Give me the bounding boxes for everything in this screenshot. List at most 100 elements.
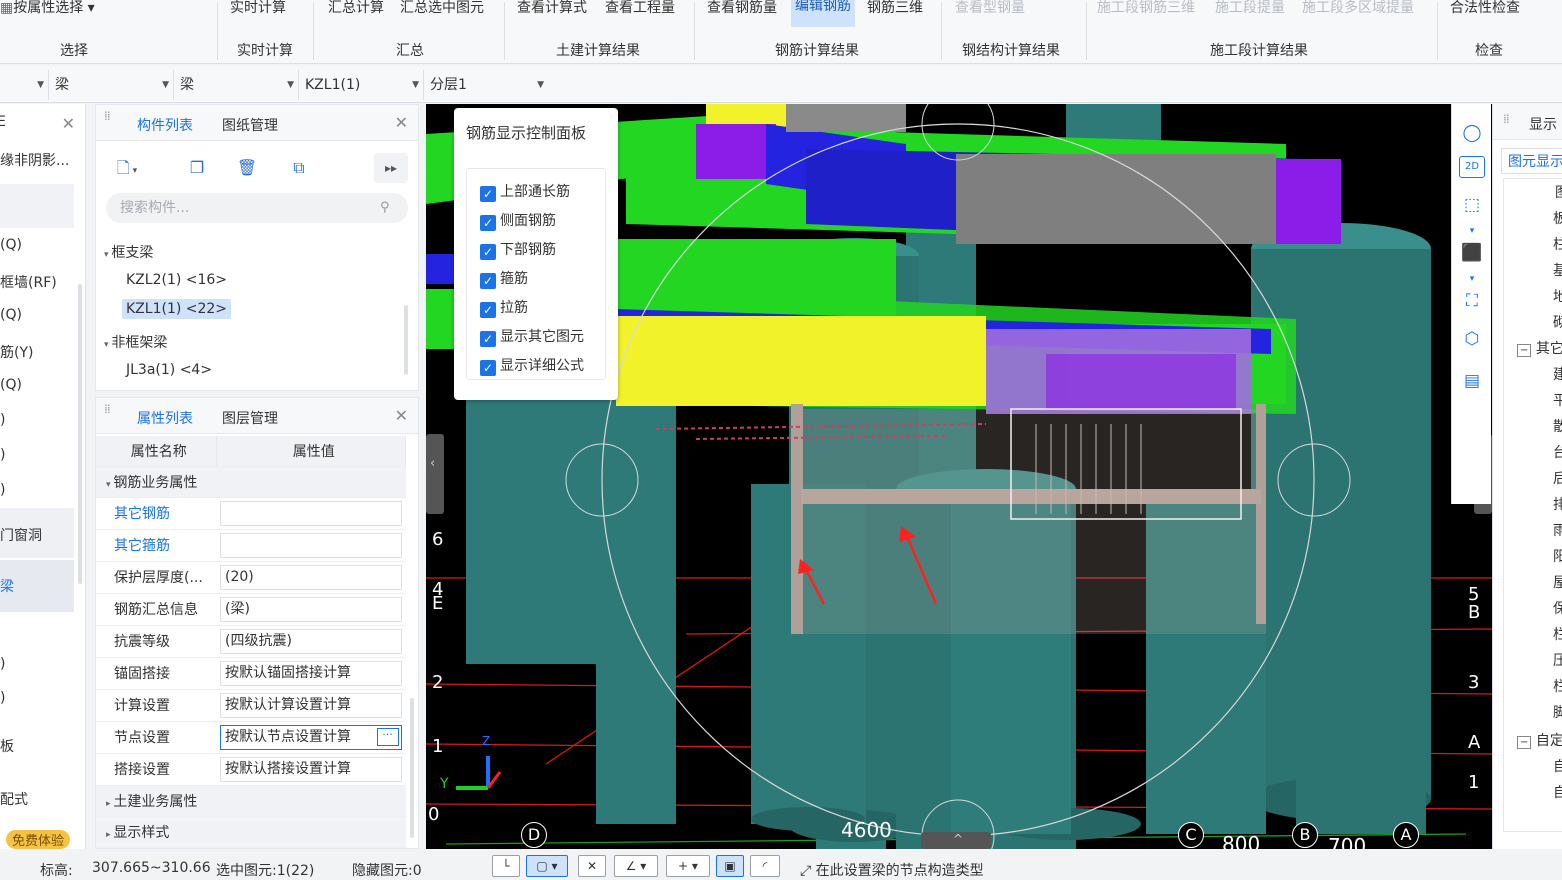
list-item[interactable]: 后: [1553, 468, 1562, 488]
node-setting-field[interactable]: 按默认节点设置计算 ···: [220, 724, 402, 750]
rebar-3d-button[interactable]: 钢筋三维: [867, 0, 923, 17]
snap-icon[interactable]: + ▾: [666, 855, 710, 877]
stage-quantity-button[interactable]: 施工段提量: [1215, 0, 1285, 17]
list-item[interactable]: 脚: [1553, 702, 1562, 722]
tree-group-nonframe[interactable]: ▾ 非框架梁: [104, 332, 167, 352]
collapse-left-icon[interactable]: ‹: [430, 456, 435, 471]
prop-name[interactable]: 其它箍筋: [96, 529, 216, 562]
prop-value[interactable]: 按默认计算设置计算: [220, 692, 402, 718]
report-icon[interactable]: ▤: [1459, 368, 1485, 394]
view-steel-button[interactable]: 查看型钢量: [955, 0, 1025, 17]
collapse-bottom-icon[interactable]: ^: [953, 832, 963, 846]
list-item[interactable]: 阳: [1553, 546, 1562, 566]
list-item[interactable]: 图: [1555, 182, 1562, 202]
list-item[interactable]: 基: [1553, 260, 1562, 280]
list-item[interactable]: 雨: [1553, 520, 1562, 540]
copy-icon[interactable]: ❐: [180, 153, 214, 183]
tree-item[interactable]: JL3a(1) <4>: [126, 362, 212, 378]
summary-selected-button[interactable]: 汇总选中图元: [400, 0, 484, 17]
grip-icon[interactable]: ⁞⁞: [104, 110, 111, 122]
tab-component-list[interactable]: 构件列表: [137, 115, 193, 135]
dynamic-input-icon[interactable]: ▣: [716, 855, 744, 877]
promo-badge[interactable]: 免费体验: [6, 830, 71, 849]
more-icon[interactable]: ▸▸: [374, 153, 408, 183]
prop-value[interactable]: (梁): [220, 596, 402, 622]
checkbox-stirrup[interactable]: ✓ 箍筋: [480, 268, 620, 289]
cross-select-icon[interactable]: ✕: [578, 855, 606, 877]
type-dropdown[interactable]: 梁 ▼: [55, 72, 173, 98]
group-civil-props[interactable]: ▸ 土建业务属性: [96, 785, 406, 817]
tree-group-kzl[interactable]: ▾ 框支梁: [104, 242, 153, 262]
polar-icon[interactable]: ◜: [750, 855, 780, 877]
nav-item[interactable]: ): [0, 412, 5, 428]
prop-value[interactable]: 按默认搭接设置计算: [220, 756, 402, 782]
orbit-icon[interactable]: ◯: [1459, 120, 1485, 146]
edit-rebar-button[interactable]: 编辑钢筋: [791, 0, 855, 27]
checkbox-other-elements[interactable]: ✓ 显示其它图元: [480, 326, 620, 347]
nav-item[interactable]: 配式: [0, 789, 28, 809]
attr-select-button[interactable]: ▦按属性选择 ▾: [0, 0, 95, 17]
group-display-style[interactable]: ▸ 显示样式: [96, 816, 406, 848]
duplicate-icon[interactable]: ⧉: [282, 153, 316, 183]
close-icon[interactable]: ✕: [395, 113, 408, 132]
nav-item[interactable]: ): [0, 447, 5, 463]
view-quantity-button[interactable]: 查看工程量: [605, 0, 675, 17]
validity-check-button[interactable]: 合法性检查: [1450, 0, 1520, 17]
search-input[interactable]: 搜索构件...: [106, 193, 408, 223]
tree-item-selected[interactable]: KZL1(1) <22>: [122, 299, 232, 319]
group-rebar-props[interactable]: ▾ 钢筋业务属性: [96, 466, 406, 498]
list-item[interactable]: 栏: [1553, 624, 1562, 644]
stage-rebar-3d-button[interactable]: 施工段钢筋三维: [1097, 0, 1195, 17]
list-item[interactable]: 排: [1553, 494, 1562, 514]
ellipsis-button[interactable]: ···: [376, 727, 399, 746]
list-item[interactable]: 栏: [1553, 676, 1562, 696]
component-dropdown[interactable]: KZL1(1) ▼: [305, 72, 423, 98]
list-item[interactable]: 地: [1553, 286, 1562, 306]
close-icon[interactable]: ✕: [62, 114, 75, 133]
tree-item[interactable]: KZL2(1) <16>: [126, 272, 227, 288]
view-rebar-button[interactable]: 查看钢筋量: [707, 0, 777, 17]
scrollbar[interactable]: [410, 698, 414, 838]
ortho-icon[interactable]: └: [492, 855, 520, 877]
stage-multi-button[interactable]: 施工段多区域提量: [1302, 0, 1414, 17]
list-item[interactable]: 屋: [1553, 572, 1562, 592]
checkbox-detail-formula[interactable]: ✓ 显示详细公式: [480, 355, 620, 376]
subtype-dropdown[interactable]: 梁 ▼: [180, 72, 298, 98]
list-item[interactable]: 平: [1553, 390, 1562, 410]
nav-item[interactable]: ): [0, 656, 5, 672]
nav-item[interactable]: ): [0, 482, 5, 498]
grip-icon[interactable]: ⁞⁞: [104, 403, 111, 415]
nav-item[interactable]: E: [0, 114, 6, 130]
nav-item[interactable]: 门窗洞: [0, 525, 42, 545]
prop-value[interactable]: 按默认锚固搭接计算: [220, 660, 402, 686]
nav-item[interactable]: (Q): [0, 237, 22, 253]
list-item[interactable]: 自: [1553, 782, 1562, 802]
3d-box-icon[interactable]: ⬚: [1459, 192, 1485, 218]
list-item[interactable]: 砌: [1553, 312, 1562, 332]
scrollbar[interactable]: [404, 305, 408, 375]
nav-item[interactable]: 筋(Y): [0, 342, 33, 362]
prop-value[interactable]: [220, 500, 402, 526]
nav-item[interactable]: 板: [0, 736, 14, 756]
tab-layer-mgmt[interactable]: 图层管理: [222, 408, 278, 428]
floor-dropdown[interactable]: ▼: [0, 72, 48, 98]
list-item[interactable]: 台: [1553, 442, 1562, 462]
new-component-icon[interactable]: 🗋 ▾: [110, 153, 144, 183]
prop-value[interactable]: [220, 532, 402, 558]
solid-view-icon[interactable]: ⬛: [1459, 240, 1485, 266]
layer-dropdown[interactable]: 分层1 ▼: [430, 72, 548, 98]
nav-item[interactable]: 缘非阴影...: [0, 150, 69, 170]
tab-element-display[interactable]: 图元显示: [1501, 148, 1562, 174]
realtime-calc-button[interactable]: 实时计算: [230, 0, 286, 17]
list-item[interactable]: 板: [1553, 208, 1562, 228]
nav-item[interactable]: 框墙(RF): [0, 272, 57, 292]
2d-view-icon[interactable]: 2D: [1459, 156, 1485, 178]
delete-icon[interactable]: 🗑: [230, 153, 264, 183]
list-item[interactable]: 柱: [1553, 234, 1562, 254]
checkbox-side-rebar[interactable]: ✓ 侧面钢筋: [480, 210, 620, 231]
nav-item-beam[interactable]: 梁: [0, 576, 14, 596]
prop-value[interactable]: (四级抗震): [220, 628, 402, 654]
prop-name[interactable]: 其它钢筋: [96, 497, 216, 530]
list-item[interactable]: 压: [1553, 650, 1562, 670]
tree-group-custom[interactable]: − 自定: [1517, 730, 1562, 750]
